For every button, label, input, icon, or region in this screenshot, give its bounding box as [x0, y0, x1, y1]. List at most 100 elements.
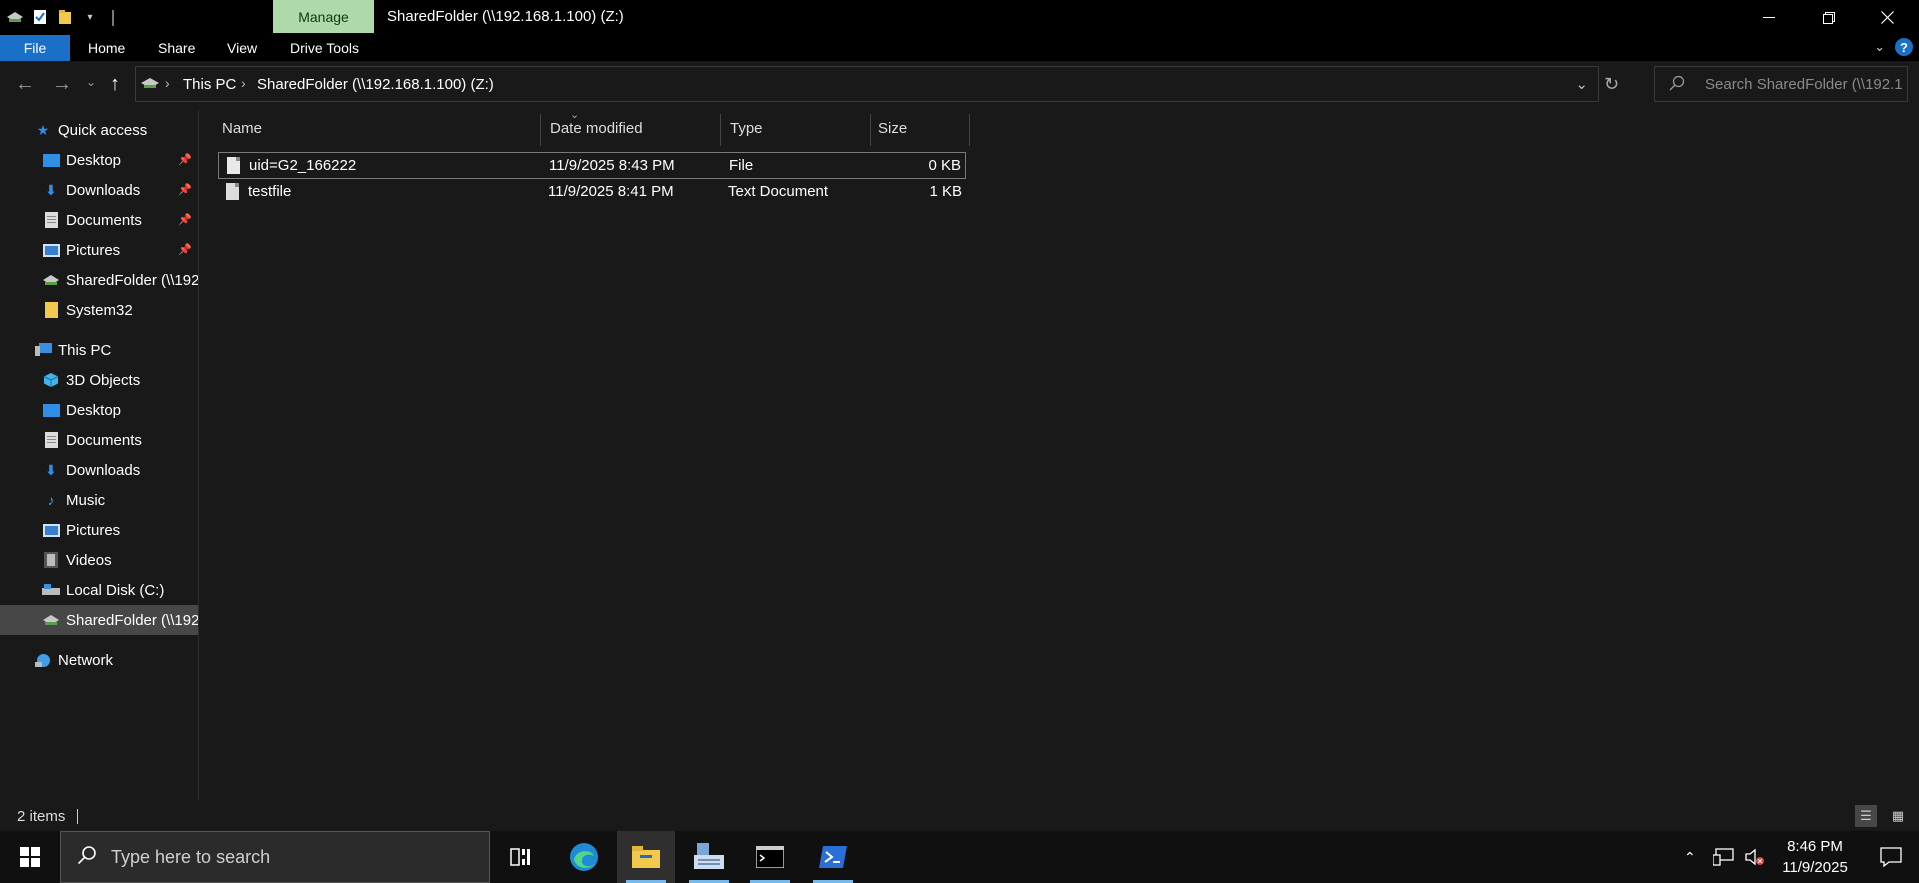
search-input[interactable]	[1705, 73, 1903, 95]
edge-taskbar-button[interactable]	[555, 831, 613, 883]
breadcrumb-this-pc[interactable]: This PC	[183, 76, 236, 93]
server-manager-taskbar-button[interactable]	[680, 831, 738, 883]
network-drive-icon[interactable]	[5, 8, 25, 26]
volume-button[interactable]	[1745, 831, 1765, 883]
nav-this-pc[interactable]: This PC	[0, 335, 198, 365]
up-arrow-icon[interactable]: ↑	[110, 73, 120, 96]
column-date-modified[interactable]: Date modified	[528, 110, 708, 146]
forward-arrow-icon[interactable]: →	[52, 73, 72, 96]
new-folder-icon[interactable]	[55, 8, 75, 26]
nav-videos[interactable]: Videos	[0, 545, 198, 575]
show-hidden-icons-button[interactable]: ⌃	[1684, 831, 1696, 883]
nav-quick-access[interactable]: ★ Quick access	[0, 115, 198, 145]
file-icon	[227, 157, 240, 174]
nav-music[interactable]: ♪ Music	[0, 485, 198, 515]
breadcrumb-shared-folder[interactable]: SharedFolder (\\192.168.1.100) (Z:)	[257, 76, 494, 93]
powershell-icon	[819, 846, 847, 868]
address-row: ← → ⌄ ↑ › This PC › SharedFolder (\\192.…	[0, 61, 1919, 110]
download-icon: ⬇	[45, 181, 57, 198]
restore-button[interactable]	[1800, 0, 1858, 35]
nav-local-disk[interactable]: Local Disk (C:)	[0, 575, 198, 605]
column-size[interactable]: Size	[856, 110, 956, 146]
nav-qa-system32[interactable]: System32	[0, 295, 198, 325]
command-prompt-taskbar-button[interactable]	[741, 831, 799, 883]
nav-shared-folder[interactable]: SharedFolder (\\192.168.1.100) (Z:)	[0, 605, 198, 635]
nav-qa-pictures[interactable]: Pictures 📌	[0, 235, 198, 265]
powershell-taskbar-button[interactable]	[804, 831, 862, 883]
column-type[interactable]: Type	[708, 110, 858, 146]
star-icon: ★	[36, 121, 50, 138]
taskbar: Type here to search ⌃ 8:46 PM 11/9/2025	[0, 831, 1919, 883]
pin-icon[interactable]: 📌	[178, 243, 192, 256]
pin-icon[interactable]: 📌	[178, 213, 192, 226]
nav-label: 3D Objects	[66, 371, 141, 389]
search-box[interactable]	[1654, 66, 1908, 102]
network-drive-icon	[42, 612, 60, 628]
videos-icon	[42, 552, 60, 568]
desktop-icon	[42, 152, 60, 168]
customize-toolbar-icon[interactable]: ▾	[80, 8, 100, 26]
address-dropdown-icon[interactable]: ⌄	[1575, 75, 1588, 93]
close-button[interactable]	[1858, 0, 1916, 35]
nav-label: Local Disk (C:)	[66, 581, 165, 599]
nav-qa-documents[interactable]: Documents 📌	[0, 205, 198, 235]
music-icon: ♪	[47, 492, 55, 508]
network-status-button[interactable]	[1713, 831, 1735, 883]
nav-qa-desktop[interactable]: Desktop 📌	[0, 145, 198, 175]
nav-3d-objects[interactable]: 3D Objects	[0, 365, 198, 395]
taskbar-search[interactable]: Type here to search	[60, 831, 490, 883]
breadcrumb-separator-icon: ›	[165, 75, 170, 91]
action-center-button[interactable]	[1866, 831, 1916, 883]
expand-ribbon-icon[interactable]: ⌄	[1874, 39, 1885, 55]
navigation-pane: ★ Quick access Desktop 📌 ⬇ Downloads 📌 D…	[0, 110, 198, 800]
recent-locations-icon[interactable]: ⌄	[86, 75, 96, 89]
file-explorer-taskbar-button[interactable]	[617, 831, 675, 883]
tab-share[interactable]: Share	[158, 35, 195, 61]
help-icon[interactable]: ?	[1895, 38, 1913, 56]
column-divider[interactable]	[969, 114, 970, 146]
pane-divider[interactable]	[198, 110, 199, 800]
nav-label: Documents	[66, 211, 142, 229]
start-button[interactable]	[0, 831, 60, 883]
minimize-button[interactable]	[1740, 0, 1798, 35]
back-arrow-icon[interactable]: ←	[15, 73, 35, 96]
pin-icon[interactable]: 📌	[178, 153, 192, 166]
details-view-icon[interactable]: ☰	[1855, 805, 1877, 827]
file-type: Text Document	[728, 183, 829, 200]
file-size: 1 KB	[929, 183, 962, 200]
nav-desktop[interactable]: Desktop	[0, 395, 198, 425]
refresh-icon[interactable]: ↻	[1604, 74, 1619, 95]
address-bar[interactable]: › This PC › SharedFolder (\\192.168.1.10…	[135, 66, 1599, 102]
taskbar-search-placeholder: Type here to search	[111, 847, 271, 867]
restore-icon	[1823, 11, 1835, 24]
taskbar-clock[interactable]: 8:46 PM 11/9/2025	[1766, 836, 1864, 878]
nav-network[interactable]: Network	[0, 645, 198, 675]
manage-tab[interactable]: Manage	[273, 0, 374, 33]
file-row[interactable]: testfile 11/9/2025 8:41 PM Text Document…	[218, 179, 966, 206]
file-row[interactable]: uid=G2_166222 11/9/2025 8:43 PM File 0 K…	[218, 152, 966, 179]
tab-drive-tools[interactable]: Drive Tools	[290, 35, 359, 61]
properties-icon[interactable]	[30, 8, 50, 26]
tab-home[interactable]: Home	[88, 35, 125, 61]
windows-logo-icon	[20, 847, 40, 867]
pin-icon[interactable]: 📌	[178, 183, 192, 196]
breadcrumb-separator-icon: ›	[241, 75, 246, 91]
title-bar: ▾ Manage SharedFolder (\\192.168.1.100) …	[0, 0, 1919, 35]
nav-qa-shared-folder[interactable]: SharedFolder (\\192.168.1.100) (Z:)	[0, 265, 198, 295]
file-explorer-icon	[632, 846, 660, 868]
ribbon-right-controls: ⌄ ?	[1874, 38, 1913, 56]
large-icons-view-icon[interactable]: ▦	[1887, 805, 1909, 827]
nav-downloads[interactable]: ⬇ Downloads	[0, 455, 198, 485]
nav-documents[interactable]: Documents	[0, 425, 198, 455]
folder-icon	[42, 302, 60, 318]
quick-access-toolbar: ▾	[0, 7, 100, 27]
task-view-button[interactable]	[492, 831, 550, 883]
nav-pictures[interactable]: Pictures	[0, 515, 198, 545]
column-name[interactable]: Name	[200, 110, 540, 146]
edge-browser-icon	[570, 843, 598, 871]
pictures-icon	[42, 522, 60, 538]
tab-file[interactable]: File	[0, 35, 70, 61]
nav-qa-downloads[interactable]: ⬇ Downloads 📌	[0, 175, 198, 205]
clock-date: 11/9/2025	[1782, 859, 1848, 876]
tab-view[interactable]: View	[227, 35, 257, 61]
